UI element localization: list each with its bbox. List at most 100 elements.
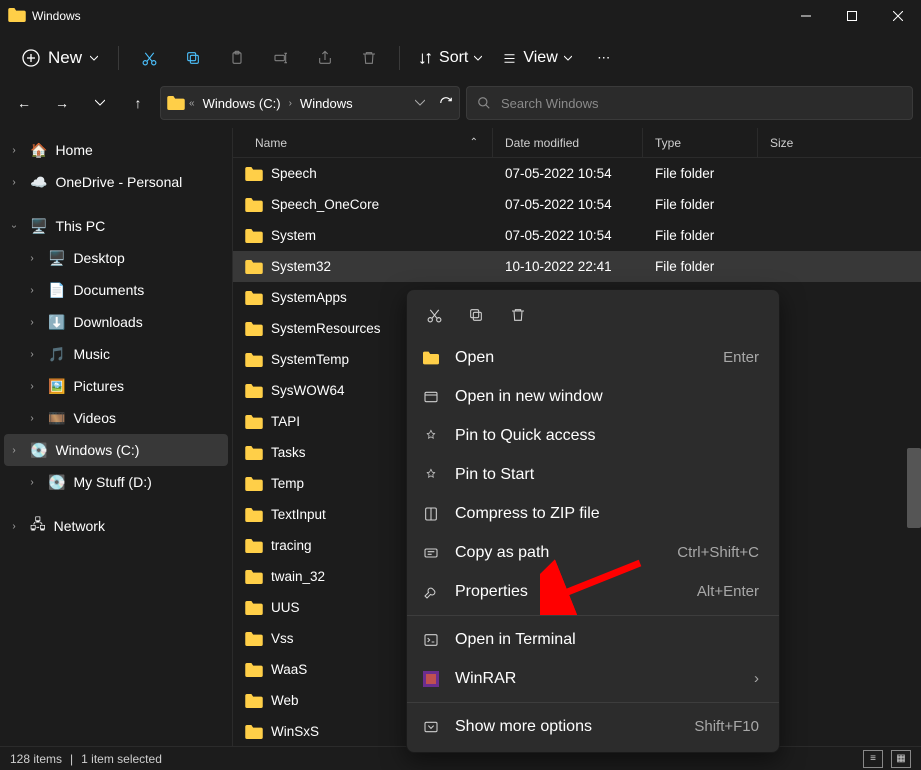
breadcrumb-folder[interactable]: Windows <box>296 94 357 113</box>
table-row[interactable]: Speech07-05-2022 10:54File folder <box>233 158 921 189</box>
share-button[interactable] <box>305 40 345 76</box>
ctx-delete-button[interactable] <box>501 300 535 330</box>
address-bar[interactable]: « Windows (C:) › Windows <box>160 86 460 120</box>
sort-arrow-up-icon: ⌃ <box>470 137 478 148</box>
desktop-icon: 🖥️ <box>48 250 65 267</box>
context-menu-item[interactable]: PropertiesAlt+Enter <box>407 572 779 611</box>
chevron-right-icon[interactable]: › <box>24 253 40 264</box>
context-menu: OpenEnterOpen in new windowPin to Quick … <box>406 289 780 753</box>
refresh-button[interactable] <box>439 96 453 110</box>
file-name: Speech_OneCore <box>271 197 379 212</box>
sidebar-item-desktop[interactable]: ›🖥️Desktop <box>0 242 232 274</box>
col-type[interactable]: Type <box>643 128 758 157</box>
delete-button[interactable] <box>349 40 389 76</box>
folder-icon <box>245 415 263 429</box>
chevron-down-icon[interactable]: › <box>9 218 20 234</box>
network-icon: 🖧 <box>30 514 46 538</box>
context-menu-item[interactable]: Open in new window <box>407 377 779 416</box>
file-name: SystemTemp <box>271 352 349 367</box>
context-menu-item[interactable]: Pin to Quick access <box>407 416 779 455</box>
new-label: New <box>48 48 82 68</box>
context-menu-label: Properties <box>455 583 683 601</box>
minimize-button[interactable] <box>783 0 829 32</box>
sidebar-item-music[interactable]: ›🎵Music <box>0 338 232 370</box>
col-name[interactable]: Name⌃ <box>233 128 493 157</box>
recent-button[interactable] <box>84 87 116 119</box>
col-modified[interactable]: Date modified <box>493 128 643 157</box>
context-menu-item[interactable]: Show more optionsShift+F10 <box>407 707 779 746</box>
chevron-right-icon: › <box>754 670 759 687</box>
context-menu-item[interactable]: Compress to ZIP file <box>407 494 779 533</box>
new-button[interactable]: New <box>12 42 108 74</box>
cut-button[interactable] <box>129 40 169 76</box>
sidebar-item-downloads[interactable]: ›⬇️Downloads <box>0 306 232 338</box>
chevron-right-icon[interactable]: › <box>6 145 22 156</box>
folder-icon <box>245 446 263 460</box>
context-menu-item[interactable]: WinRAR› <box>407 659 779 698</box>
close-button[interactable] <box>875 0 921 32</box>
folder-icon <box>245 291 263 305</box>
sidebar-label: This PC <box>55 218 105 234</box>
sidebar-label: Downloads <box>73 314 142 330</box>
ctx-cut-button[interactable] <box>417 300 451 330</box>
sidebar-item-home[interactable]: ›🏠Home <box>0 134 232 166</box>
sort-button[interactable]: Sort <box>410 45 490 71</box>
vertical-scrollbar[interactable] <box>907 448 921 528</box>
file-name: SystemResources <box>271 321 381 336</box>
copy-button[interactable] <box>173 40 213 76</box>
file-name: WaaS <box>271 662 307 677</box>
folder-icon <box>245 260 263 274</box>
back-button[interactable]: ← <box>8 87 40 119</box>
folder-icon <box>245 384 263 398</box>
sidebar-item-onedrive[interactable]: ›☁️OneDrive - Personal <box>0 166 232 198</box>
file-type: File folder <box>643 228 758 243</box>
separator <box>399 46 400 70</box>
details-view-button[interactable]: ≡ <box>863 750 883 768</box>
sidebar-item-pictures[interactable]: ›🖼️Pictures <box>0 370 232 402</box>
search-box[interactable]: Search Windows <box>466 86 913 120</box>
thumbnails-view-button[interactable]: ▦ <box>891 750 911 768</box>
chevron-down-icon[interactable] <box>415 98 425 108</box>
table-row[interactable]: System07-05-2022 10:54File folder <box>233 220 921 251</box>
view-label: View <box>523 49 557 67</box>
sidebar-item-thispc[interactable]: ›🖥️This PC <box>0 210 232 242</box>
ctx-copy-button[interactable] <box>459 300 493 330</box>
chevron-right-icon[interactable]: › <box>6 177 22 188</box>
context-menu-item[interactable]: Pin to Start <box>407 455 779 494</box>
view-button[interactable]: View <box>494 45 579 71</box>
up-button[interactable]: ↑ <box>122 87 154 119</box>
breadcrumb-drive[interactable]: Windows (C:) <box>199 94 285 113</box>
rename-button[interactable] <box>261 40 301 76</box>
more-button[interactable]: ⋯ <box>584 40 624 76</box>
context-menu-item[interactable]: Open in Terminal <box>407 620 779 659</box>
context-menu-item[interactable]: Copy as pathCtrl+Shift+C <box>407 533 779 572</box>
chevron-right-icon[interactable]: › <box>6 445 22 456</box>
col-size[interactable]: Size <box>758 128 921 157</box>
window-folder-icon <box>8 8 26 25</box>
chevron-down-icon <box>564 54 572 62</box>
chevron-right-icon[interactable]: › <box>24 381 40 392</box>
context-menu-item[interactable]: OpenEnter <box>407 338 779 377</box>
chevron-right-icon[interactable]: › <box>24 285 40 296</box>
sidebar-item-ddrive[interactable]: ›💽My Stuff (D:) <box>0 466 232 498</box>
context-menu-label: Open <box>455 349 709 367</box>
forward-button[interactable]: → <box>46 87 78 119</box>
breadcrumb-overflow[interactable]: « <box>189 98 195 109</box>
file-name: TAPI <box>271 414 300 429</box>
maximize-button[interactable] <box>829 0 875 32</box>
chevron-right-icon[interactable]: › <box>6 521 22 532</box>
table-row[interactable]: System3210-10-2022 22:41File folder <box>233 251 921 282</box>
file-name: Web <box>271 693 299 708</box>
col-label: Date modified <box>505 136 579 150</box>
sidebar-item-cdrive[interactable]: ›💽Windows (C:) <box>4 434 228 466</box>
chevron-right-icon[interactable]: › <box>24 317 40 328</box>
sidebar-item-network[interactable]: ›🖧Network <box>0 510 232 542</box>
context-menu-separator <box>407 702 779 703</box>
chevron-right-icon[interactable]: › <box>24 413 40 424</box>
chevron-right-icon[interactable]: › <box>24 477 40 488</box>
sidebar-item-videos[interactable]: ›🎞️Videos <box>0 402 232 434</box>
sidebar-item-documents[interactable]: ›📄Documents <box>0 274 232 306</box>
paste-button[interactable] <box>217 40 257 76</box>
table-row[interactable]: Speech_OneCore07-05-2022 10:54File folde… <box>233 189 921 220</box>
chevron-right-icon[interactable]: › <box>24 349 40 360</box>
